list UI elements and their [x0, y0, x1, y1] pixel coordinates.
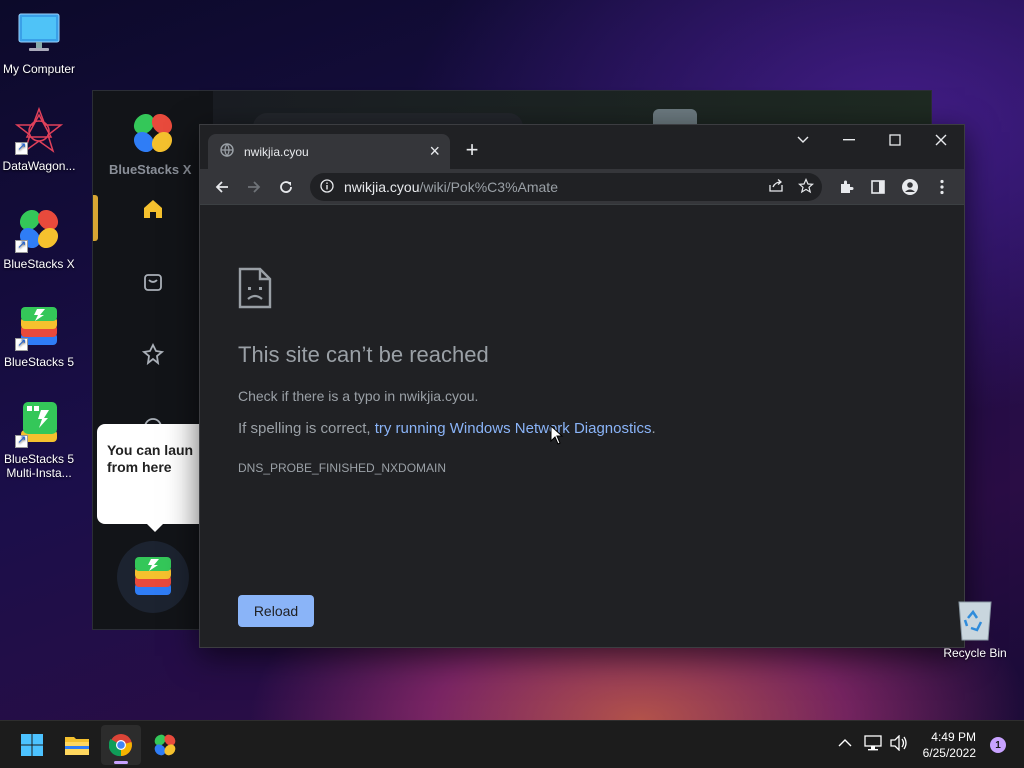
chrome-window[interactable]: nwikjia.cyou × + nwikjia.cyou /wiki/Pok%…	[199, 124, 965, 648]
network-diagnostics-link[interactable]: try running Windows Network Diagnostics	[375, 420, 652, 437]
error-code: DNS_PROBE_FINISHED_NXDOMAIN	[238, 461, 447, 475]
chrome-icon[interactable]	[101, 725, 141, 765]
profile-icon[interactable]	[896, 173, 924, 201]
desktop-icon-label: BlueStacks 5	[3, 355, 75, 369]
bluestacks-multi-instance-icon	[15, 400, 63, 448]
info-icon[interactable]	[320, 178, 334, 196]
browser-tab[interactable]: nwikjia.cyou ×	[208, 134, 450, 169]
tab-close-icon[interactable]: ×	[429, 141, 440, 162]
bookmark-star-icon[interactable]	[797, 177, 815, 197]
desktop-icon-label: BlueStacks X	[3, 257, 75, 271]
new-tab-button[interactable]: +	[458, 136, 486, 164]
desktop-icon-datawagon[interactable]: DataWagon...	[0, 106, 81, 173]
shortcut-arrow-icon	[15, 336, 28, 351]
recycle-bin-icon	[953, 596, 997, 642]
menu-kebab-icon[interactable]	[928, 173, 956, 201]
desktop-icon-label: DataWagon...	[2, 159, 76, 173]
network-icon[interactable]	[864, 735, 882, 754]
datawagon-icon	[14, 106, 64, 155]
desktop-icon-bluestacks-x[interactable]: BlueStacks X	[0, 205, 81, 271]
shortcut-arrow-icon	[15, 140, 28, 155]
system-clock[interactable]: 4:49 PM 6/25/2022	[923, 729, 976, 761]
diagnostics-prefix: If spelling is correct,	[238, 420, 375, 437]
desktop-icon-recycle-bin[interactable]: Recycle Bin	[940, 596, 1010, 660]
shortcut-arrow-icon	[15, 238, 28, 253]
side-panel-icon[interactable]	[864, 173, 892, 201]
bluestacks-sidebar: BlueStacks X	[93, 91, 213, 629]
reload-button[interactable]: Reload	[238, 595, 314, 627]
error-typo-hint: Check if there is a typo in nwikjia.cyou…	[238, 388, 479, 404]
chrome-toolbar: nwikjia.cyou /wiki/Pok%C3%Amate	[200, 169, 964, 204]
volume-icon[interactable]	[890, 734, 908, 754]
reload-icon[interactable]	[272, 173, 300, 201]
forward-icon[interactable]	[240, 173, 268, 201]
close-icon[interactable]	[918, 125, 964, 155]
bluestacks-logo-icon	[129, 109, 177, 157]
bluestacks-x-icon	[15, 205, 63, 253]
desktop-icon-label: Recycle Bin	[943, 646, 1007, 660]
games-icon[interactable]	[133, 334, 173, 374]
desktop-icon-label: BlueStacks 5 Multi-Insta...	[3, 452, 75, 480]
minimize-icon[interactable]	[826, 125, 872, 155]
chrome-titlebar[interactable]: nwikjia.cyou × +	[200, 125, 964, 169]
store-icon[interactable]	[133, 261, 173, 301]
windows-start-icon[interactable]	[12, 725, 52, 765]
home-icon[interactable]	[133, 189, 173, 229]
page-content: This site can’t be reached Check if ther…	[200, 204, 964, 647]
chevron-down-icon[interactable]	[780, 125, 826, 155]
desktop-icon-bluestacks-multi-instance[interactable]: BlueStacks 5 Multi-Insta...	[0, 400, 81, 480]
error-diagnostics-hint: If spelling is correct, try running Wind…	[238, 420, 656, 437]
address-bar[interactable]: nwikjia.cyou /wiki/Pok%C3%Amate	[310, 173, 822, 201]
clock-date: 6/25/2022	[922, 746, 976, 760]
desktop-icon-my-computer[interactable]: My Computer	[0, 10, 81, 76]
file-explorer-icon[interactable]	[57, 725, 97, 765]
bluestacks-brand-label: BlueStacks X	[109, 162, 192, 177]
bluestacks-5-launcher-icon[interactable]	[117, 541, 189, 613]
bluestacks-x-taskbar-icon[interactable]	[145, 725, 185, 765]
clock-time: 4:49 PM	[931, 730, 976, 744]
desktop-icon-bluestacks-5[interactable]: BlueStacks 5	[0, 303, 81, 369]
sad-document-icon	[238, 267, 272, 314]
url-path: /wiki/Pok%C3%Amate	[419, 179, 558, 195]
diagnostics-suffix: .	[651, 420, 656, 437]
mouse-cursor-icon	[550, 424, 564, 450]
tab-title: nwikjia.cyou	[244, 144, 309, 159]
bluestacks-5-icon	[15, 303, 63, 351]
active-indicator	[93, 195, 98, 241]
maximize-icon[interactable]	[872, 125, 918, 155]
monitor-icon	[15, 10, 63, 58]
tooltip-text: You can laun from here	[107, 442, 194, 475]
chevron-up-icon[interactable]	[838, 735, 852, 751]
extensions-icon[interactable]	[832, 173, 860, 201]
taskbar: 4:49 PM 6/25/2022 1	[0, 720, 1024, 768]
active-app-indicator	[114, 761, 128, 764]
globe-icon	[220, 143, 234, 160]
share-icon[interactable]	[768, 178, 784, 196]
desktop-icon-label: My Computer	[2, 62, 76, 76]
url-host: nwikjia.cyou	[344, 179, 420, 195]
error-heading: This site can’t be reached	[238, 342, 489, 367]
shortcut-arrow-icon	[15, 433, 28, 448]
back-icon[interactable]	[208, 173, 236, 201]
notification-badge[interactable]: 1	[990, 737, 1006, 753]
